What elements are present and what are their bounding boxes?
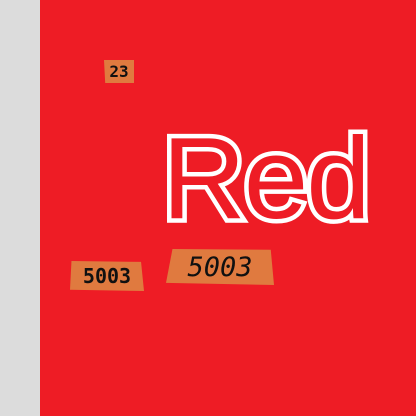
red-word-label: Red — [162, 113, 371, 243]
number-tag-left: 5003 — [70, 261, 144, 291]
image-canvas: Red Red 23 5003 5003 — [0, 0, 416, 416]
number-tag-23: 23 — [104, 60, 134, 83]
number-tag-right: 5003 — [166, 249, 274, 285]
